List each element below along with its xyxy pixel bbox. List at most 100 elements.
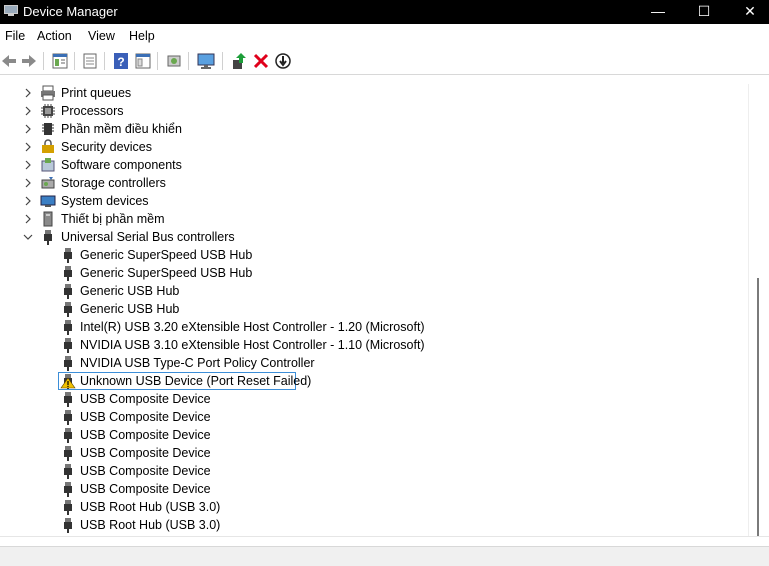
monitor-icon[interactable] bbox=[197, 52, 215, 70]
maximize-button[interactable]: ☐ bbox=[681, 0, 727, 24]
usb-device-icon bbox=[64, 320, 72, 335]
update-driver-icon[interactable] bbox=[230, 52, 248, 70]
tree-category-label: Thiết bị phần mềm bbox=[61, 212, 165, 226]
device-tree[interactable]: Print queues Processors Phần mềm điều khiể… bbox=[0, 84, 748, 536]
tree-item[interactable]: USB Root Hub (USB 3.0) bbox=[0, 516, 748, 534]
tree-item[interactable]: Generic SuperSpeed USB Hub bbox=[0, 246, 748, 264]
usb-device-icon bbox=[64, 338, 72, 353]
tree-category[interactable]: Software components bbox=[0, 156, 748, 174]
tree-item[interactable]: USB Composite Device bbox=[0, 444, 748, 462]
tree-item[interactable]: NVIDIA USB 3.10 eXtensible Host Controll… bbox=[0, 336, 748, 354]
back-icon[interactable] bbox=[0, 52, 18, 70]
disable-icon[interactable] bbox=[274, 52, 292, 70]
scrollbar-thumb[interactable] bbox=[757, 278, 759, 536]
software-device-icon bbox=[43, 211, 53, 227]
tree-item[interactable]: Generic SuperSpeed USB Hub bbox=[0, 264, 748, 282]
uninstall-icon[interactable] bbox=[252, 52, 270, 70]
title-bar: Device Manager — ☐ ✕ bbox=[0, 0, 769, 24]
tree-category[interactable]: Universal Serial Bus controllers bbox=[0, 228, 748, 246]
menu-view[interactable]: View bbox=[88, 29, 115, 43]
menu-file[interactable]: File bbox=[5, 29, 25, 43]
usb-device-icon bbox=[64, 248, 72, 263]
tree-category-label: Storage controllers bbox=[61, 176, 166, 190]
help-icon[interactable]: ? bbox=[112, 52, 130, 70]
toolbar-separator bbox=[188, 52, 189, 70]
tree-item[interactable]: NVIDIA USB Type-C Port Policy Controller bbox=[0, 354, 748, 372]
svg-text:?: ? bbox=[117, 55, 124, 69]
tree-item-label: Generic USB Hub bbox=[80, 302, 180, 316]
tree-item-selected[interactable]: Unknown USB Device (Port Reset Failed) bbox=[0, 372, 748, 390]
tree-item[interactable]: USB Composite Device bbox=[0, 390, 748, 408]
menu-help[interactable]: Help bbox=[129, 29, 155, 43]
usb-device-icon bbox=[64, 464, 72, 479]
tree-item[interactable]: USB Root Hub (USB 3.0) bbox=[0, 498, 748, 516]
tree-category[interactable]: Phần mềm điều khiển bbox=[0, 120, 748, 138]
close-button[interactable]: ✕ bbox=[727, 0, 769, 24]
tree-item-label: Generic USB Hub bbox=[80, 284, 180, 298]
usb-device-icon bbox=[64, 266, 72, 281]
tree-item[interactable]: USB Composite Device bbox=[0, 462, 748, 480]
usb-device-icon bbox=[64, 410, 72, 425]
view-icon[interactable] bbox=[134, 52, 152, 70]
usb-device-icon bbox=[64, 392, 72, 407]
minimize-button[interactable]: — bbox=[635, 0, 681, 24]
tree-item[interactable]: Generic USB Hub bbox=[0, 282, 748, 300]
tree-item[interactable]: USB Composite Device bbox=[0, 480, 748, 498]
tree-category-label: Print queues bbox=[61, 86, 132, 100]
toolbar-separator bbox=[157, 52, 158, 70]
usb-device-icon bbox=[64, 518, 72, 533]
processor-icon bbox=[41, 104, 55, 118]
chevron-right-icon[interactable] bbox=[23, 142, 33, 152]
properties-icon[interactable] bbox=[51, 52, 69, 70]
chevron-right-icon[interactable] bbox=[23, 214, 33, 224]
tree-category[interactable]: Security devices bbox=[0, 138, 748, 156]
menu-action[interactable]: Action bbox=[37, 29, 72, 43]
system-devices-icon bbox=[40, 195, 56, 207]
chevron-right-icon[interactable] bbox=[23, 178, 33, 188]
tree-category[interactable]: Print queues bbox=[0, 84, 748, 102]
show-hide-icon[interactable] bbox=[81, 52, 99, 70]
tree-category-label: Processors bbox=[61, 104, 124, 118]
tree-category-label: Universal Serial Bus controllers bbox=[61, 230, 235, 244]
chevron-right-icon[interactable] bbox=[23, 124, 33, 134]
firmware-icon bbox=[42, 123, 54, 135]
device-manager-app-icon bbox=[4, 5, 18, 16]
tree-category-label: System devices bbox=[61, 194, 149, 208]
printer-icon bbox=[41, 85, 55, 101]
chevron-right-icon[interactable] bbox=[23, 160, 33, 170]
tree-item[interactable]: USB Composite Device bbox=[0, 426, 748, 444]
usb-device-icon bbox=[64, 446, 72, 461]
tree-category-label: Phần mềm điều khiển bbox=[61, 122, 182, 136]
scan-icon[interactable] bbox=[165, 52, 183, 70]
usb-device-icon bbox=[64, 500, 72, 515]
tree-item-label: Intel(R) USB 3.20 eXtensible Host Contro… bbox=[80, 320, 425, 334]
tree-item-label: Generic SuperSpeed USB Hub bbox=[80, 248, 253, 262]
tree-category[interactable]: System devices bbox=[0, 192, 748, 210]
tree-item-label: NVIDIA USB 3.10 eXtensible Host Controll… bbox=[80, 338, 425, 352]
tree-item-label: USB Composite Device bbox=[80, 446, 211, 460]
tree-item[interactable]: Generic USB Hub bbox=[0, 300, 748, 318]
usb-device-icon bbox=[64, 356, 72, 371]
tree-category[interactable]: Thiết bị phần mềm bbox=[0, 210, 748, 228]
tree-item-label: USB Composite Device bbox=[80, 392, 211, 406]
chevron-right-icon[interactable] bbox=[23, 196, 33, 206]
chevron-down-icon[interactable] bbox=[23, 232, 33, 242]
storage-icon bbox=[41, 177, 55, 189]
chevron-right-icon[interactable] bbox=[23, 106, 33, 116]
tree-item-label: NVIDIA USB Type-C Port Policy Controller bbox=[80, 356, 315, 370]
toolbar: ? bbox=[0, 48, 769, 75]
toolbar-separator bbox=[74, 52, 75, 70]
tree-category[interactable]: Storage controllers bbox=[0, 174, 748, 192]
toolbar-separator bbox=[222, 52, 223, 70]
tree-item[interactable]: USB Composite Device bbox=[0, 408, 748, 426]
usb-device-icon bbox=[64, 428, 72, 443]
forward-icon[interactable] bbox=[20, 52, 38, 70]
tree-item-label: USB Composite Device bbox=[80, 482, 211, 496]
tree-item[interactable]: Intel(R) USB 3.20 eXtensible Host Contro… bbox=[0, 318, 748, 336]
tree-item-label: USB Composite Device bbox=[80, 428, 211, 442]
usb-device-icon bbox=[64, 482, 72, 497]
tree-category[interactable]: Processors bbox=[0, 102, 748, 120]
tree-category-label: Software components bbox=[61, 158, 182, 172]
chevron-right-icon[interactable] bbox=[23, 88, 33, 98]
tree-item-label: Generic SuperSpeed USB Hub bbox=[80, 266, 253, 280]
